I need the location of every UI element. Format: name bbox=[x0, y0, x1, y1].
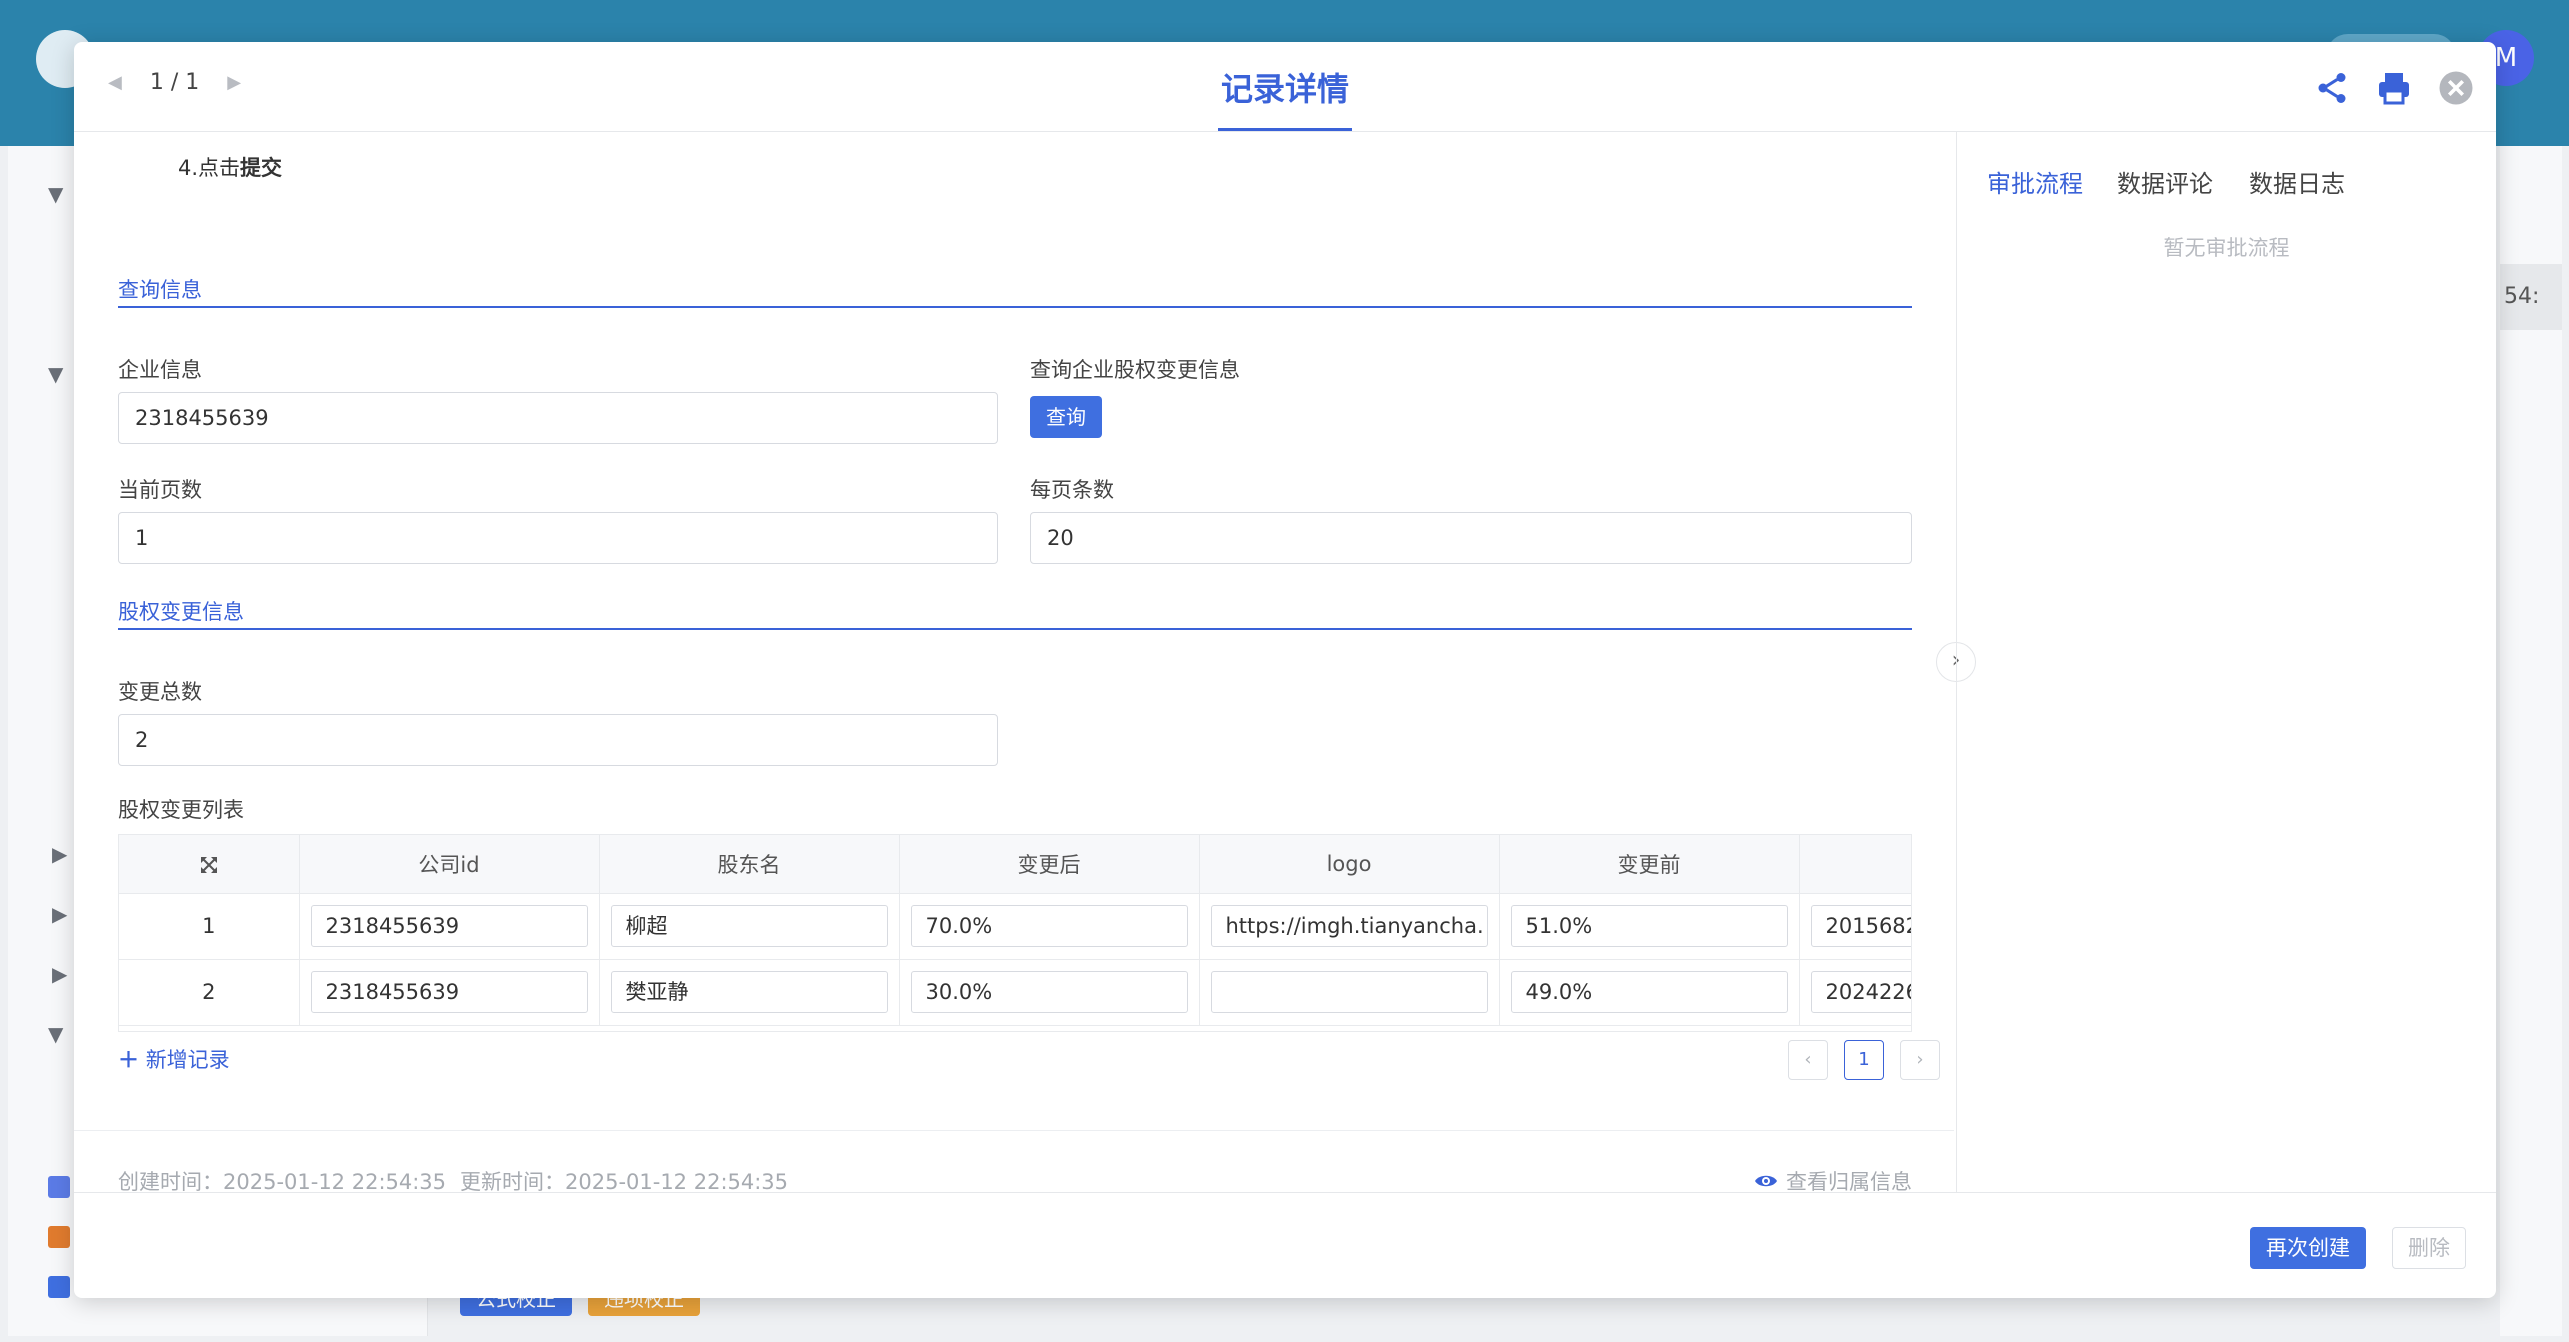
modal-header: ◀ 1 / 1 ▶ 记录详情 bbox=[74, 42, 2496, 132]
logo-cell-input[interactable]: https://imgh.tianyancha. bbox=[1210, 905, 1488, 947]
add-record-label: 新增记录 bbox=[145, 1048, 230, 1072]
step-instruction: 4.点击提交 bbox=[178, 156, 283, 180]
column-header-logo: logo bbox=[1199, 835, 1500, 894]
holder-cell-input[interactable]: 柳超 bbox=[610, 905, 888, 947]
page-size-input[interactable]: 20 bbox=[1030, 512, 1912, 564]
delete-button[interactable]: 删除 bbox=[2392, 1227, 2466, 1269]
sidebar-caret-right-icon[interactable]: ▶ bbox=[52, 842, 67, 866]
table-page-button[interactable]: 1 bbox=[1844, 1040, 1884, 1080]
current-page-label: 当前页数 bbox=[118, 478, 202, 502]
row-index: 2 bbox=[119, 959, 300, 1026]
table-icon[interactable] bbox=[48, 1226, 70, 1248]
section-divider bbox=[118, 306, 1912, 308]
company-info-label: 企业信息 bbox=[118, 358, 202, 382]
eye-icon bbox=[1755, 1175, 1777, 1187]
before-cell-input[interactable]: 49.0% bbox=[1510, 971, 1788, 1013]
title-underline bbox=[1218, 128, 1352, 131]
company-id-cell-input[interactable]: 2318455639 bbox=[310, 905, 588, 947]
equity-change-table: 公司id 股东名 变更后 logo 变更前 1 2318455639 柳超 70… bbox=[118, 834, 1912, 1032]
close-icon[interactable] bbox=[2438, 70, 2474, 106]
empty-approval-text: 暂无审批流程 bbox=[2163, 236, 2290, 260]
logo-cell-input[interactable] bbox=[1210, 971, 1488, 1013]
modal-footer: 再次创建 删除 bbox=[74, 1192, 2496, 1298]
tab-approval-flow[interactable]: 审批流程 bbox=[1987, 164, 2083, 199]
record-detail-modal: ◀ 1 / 1 ▶ 记录详情 4.点击提交 查询信息 企业信息 23184556… bbox=[74, 42, 2496, 1298]
table-row: 2 2318455639 樊亚静 30.0% 49.0% 2024226 bbox=[119, 959, 1911, 1026]
column-header-before: 变更前 bbox=[1499, 835, 1800, 894]
side-panel: 审批流程 数据评论 数据日志 暂无审批流程 bbox=[1956, 132, 2496, 1192]
add-record-button[interactable]: ＋ 新增记录 bbox=[118, 1044, 230, 1074]
query-button[interactable]: 查询 bbox=[1030, 396, 1102, 438]
tab-data-log[interactable]: 数据日志 bbox=[2249, 164, 2345, 199]
after-cell-input[interactable]: 70.0% bbox=[910, 905, 1188, 947]
content-divider bbox=[74, 1130, 1954, 1131]
change-list-label: 股权变更列表 bbox=[118, 798, 244, 822]
print-icon[interactable] bbox=[2376, 70, 2412, 106]
plus-icon: ＋ bbox=[118, 1048, 139, 1072]
column-header-company-id: 公司id bbox=[299, 835, 600, 894]
table-row: 1 2318455639 柳超 70.0% https://imgh.tiany… bbox=[119, 893, 1911, 960]
share-icon[interactable] bbox=[2314, 70, 2350, 106]
form-icon[interactable] bbox=[48, 1176, 70, 1198]
record-form: 4.点击提交 查询信息 企业信息 2318455639 查询企业股权变更信息 查… bbox=[74, 132, 1954, 1194]
column-header-holder: 股东名 bbox=[599, 835, 900, 894]
current-page-input[interactable]: 1 bbox=[118, 512, 998, 564]
change-total-input[interactable]: 2 bbox=[118, 714, 998, 766]
modal-title: 记录详情 bbox=[1220, 70, 1349, 108]
section-divider bbox=[118, 628, 1912, 630]
query-change-label: 查询企业股权变更信息 bbox=[1030, 358, 1240, 382]
section-title-change: 股权变更信息 bbox=[118, 600, 244, 624]
company-id-cell-input[interactable]: 2318455639 bbox=[310, 971, 588, 1013]
folder-icon[interactable] bbox=[48, 1276, 70, 1298]
page-size-label: 每页条数 bbox=[1030, 478, 1114, 502]
expand-column-header[interactable] bbox=[119, 835, 300, 894]
expand-icon[interactable] bbox=[199, 855, 219, 875]
table-header-row: 公司id 股东名 变更后 logo 变更前 bbox=[119, 835, 1911, 894]
section-title-query: 查询信息 bbox=[118, 278, 202, 302]
tab-data-comments[interactable]: 数据评论 bbox=[2117, 164, 2213, 199]
company-info-input[interactable]: 2318455639 bbox=[118, 392, 998, 444]
sidebar-caret-down-icon[interactable]: ▼ bbox=[48, 182, 63, 206]
extra-cell-input[interactable]: 2015682 bbox=[1810, 905, 1911, 947]
before-cell-input[interactable]: 51.0% bbox=[1510, 905, 1788, 947]
column-header-after: 变更后 bbox=[899, 835, 1200, 894]
sidebar-caret-right-icon[interactable]: ▶ bbox=[52, 902, 67, 926]
table-pagination: ‹ 1 › bbox=[1788, 1040, 1940, 1080]
extra-cell-input[interactable]: 2024226 bbox=[1810, 971, 1911, 1013]
holder-cell-input[interactable]: 樊亚静 bbox=[610, 971, 888, 1013]
row-index: 1 bbox=[119, 893, 300, 960]
column-header-extra bbox=[1799, 835, 1911, 894]
after-cell-input[interactable]: 30.0% bbox=[910, 971, 1188, 1013]
sidebar-caret-down-icon[interactable]: ▼ bbox=[48, 1022, 63, 1046]
background-list-row: 54: bbox=[2500, 264, 2562, 330]
table-prev-page-button[interactable]: ‹ bbox=[1788, 1040, 1828, 1080]
sidebar-caret-down-icon[interactable]: ▼ bbox=[48, 362, 63, 386]
sidebar-caret-right-icon[interactable]: ▶ bbox=[52, 962, 67, 986]
recreate-button[interactable]: 再次创建 bbox=[2250, 1227, 2366, 1269]
table-next-page-button[interactable]: › bbox=[1900, 1040, 1940, 1080]
change-total-label: 变更总数 bbox=[118, 680, 202, 704]
